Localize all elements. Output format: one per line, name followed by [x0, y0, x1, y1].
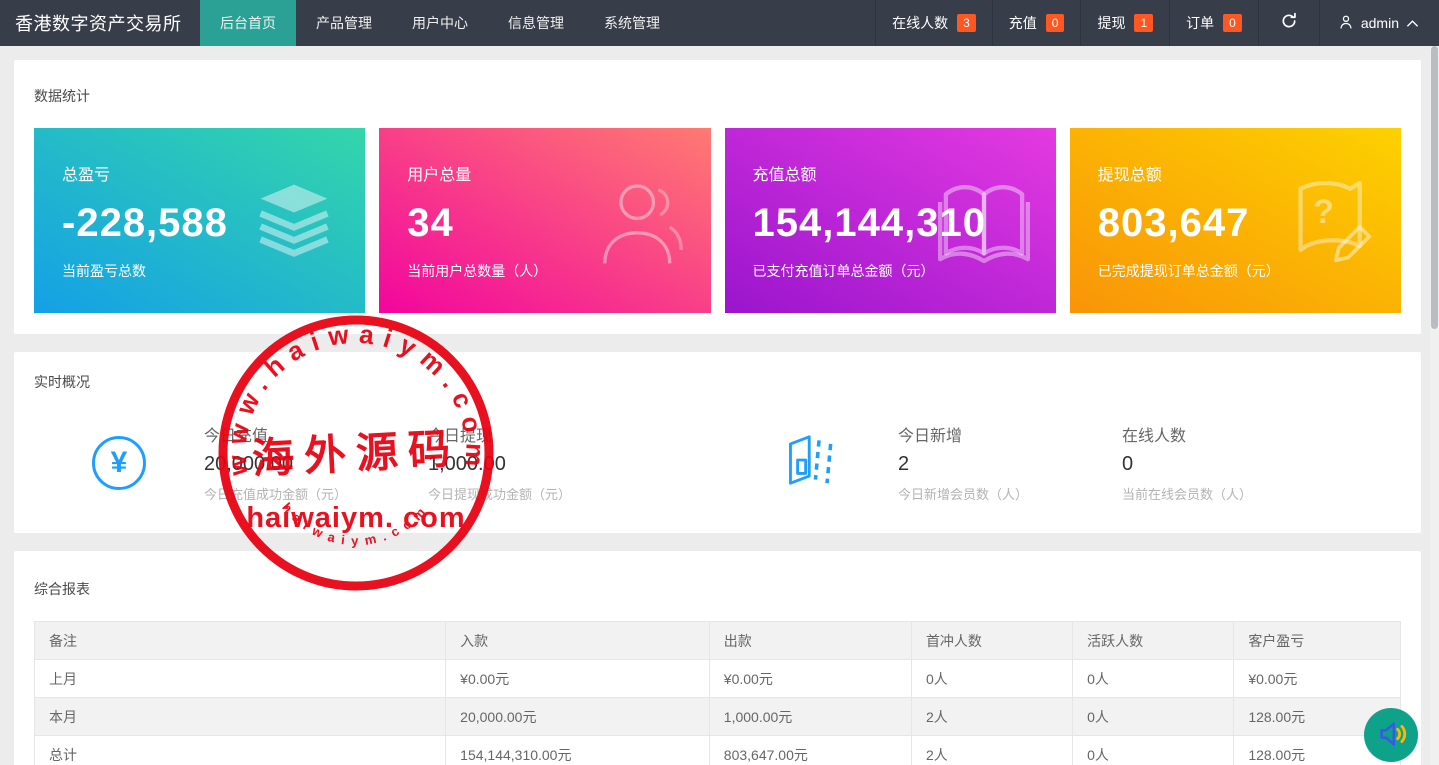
nav-recharge-count[interactable]: 充值 0 — [992, 0, 1081, 46]
realtime-row: ¥ 今日充值 20,000.00 今日充值成功金额（元） 今日提现 1,000.… — [34, 422, 1401, 503]
metric-value: 1,000.00 — [428, 453, 652, 476]
metric-desc: 今日新增会员数（人） — [898, 484, 1122, 503]
menu-item-dashboard[interactable]: 后台首页 — [200, 0, 296, 46]
stat-card-profit: 总盈亏 -228,588 当前盈亏总数 — [34, 128, 365, 313]
metric-label: 今日新增 — [898, 422, 1122, 446]
table-cell: ¥0.00元 — [709, 660, 911, 698]
metric-label: 今日充值 — [204, 422, 428, 446]
prism-icon — [786, 432, 836, 493]
chevron-up-icon — [1406, 15, 1419, 31]
metric-desc: 当前在线会员数（人） — [1122, 484, 1346, 503]
metric-value: 20,000.00 — [204, 453, 428, 476]
nav-order-count[interactable]: 订单 0 — [1169, 0, 1258, 46]
yen-symbol: ¥ — [111, 446, 128, 480]
menu-item-label: 信息管理 — [508, 13, 564, 33]
document-edit-icon: ? — [1291, 179, 1375, 270]
table-cell: 0人 — [911, 660, 1072, 698]
table-cell: 2人 — [911, 698, 1072, 736]
panel-title-realtime: 实时概况 — [34, 372, 1401, 392]
col-header-active: 活跃人数 — [1073, 622, 1234, 660]
col-header-profit: 客户盈亏 — [1234, 622, 1401, 660]
metric-desc: 今日提现成功金额（元） — [428, 484, 652, 503]
status-label: 在线人数 — [892, 13, 948, 33]
sound-float-button[interactable] — [1364, 708, 1418, 762]
panel-title-report: 综合报表 — [34, 579, 1401, 599]
menu-item-users[interactable]: 用户中心 — [392, 0, 488, 46]
col-header-income: 入款 — [446, 622, 710, 660]
metric-value: 0 — [1122, 453, 1346, 476]
refresh-button[interactable] — [1258, 0, 1319, 46]
report-table: 备注 入款 出款 首冲人数 活跃人数 客户盈亏 上月 ¥0.00元 ¥0.00元… — [34, 621, 1401, 765]
menu-item-label: 产品管理 — [316, 13, 372, 33]
table-cell: ¥0.00元 — [1234, 660, 1401, 698]
user-menu[interactable]: admin — [1319, 0, 1439, 46]
metric-desc: 今日充值成功金额（元） — [204, 484, 428, 503]
top-navbar: 香港数字资产交易所 后台首页 产品管理 用户中心 信息管理 系统管理 在线人数 … — [0, 0, 1439, 46]
status-badge: 3 — [957, 14, 976, 32]
table-cell: 上月 — [35, 660, 446, 698]
username-label: admin — [1361, 15, 1399, 31]
book-icon — [938, 180, 1030, 267]
status-badge: 0 — [1046, 14, 1065, 32]
metric-value: 2 — [898, 453, 1122, 476]
realtime-panel: 实时概况 ¥ 今日充值 20,000.00 今日充值成功金额（元） 今日提现 1… — [14, 352, 1421, 533]
scrollbar-track[interactable] — [1430, 46, 1439, 765]
main-menu: 后台首页 产品管理 用户中心 信息管理 系统管理 — [200, 0, 680, 46]
stat-card-recharge-total: 充值总额 154,144,310 已支付充值订单总金额（元） — [725, 128, 1056, 313]
yen-circle-icon: ¥ — [92, 436, 146, 490]
table-cell: 154,144,310.00元 — [446, 736, 710, 765]
table-cell: 2人 — [911, 736, 1072, 765]
table-cell: 1,000.00元 — [709, 698, 911, 736]
status-label: 提现 — [1097, 13, 1125, 33]
table-header-row: 备注 入款 出款 首冲人数 活跃人数 客户盈亏 — [35, 622, 1401, 660]
metric-today-withdraw: 今日提现 1,000.00 今日提现成功金额（元） — [428, 422, 652, 503]
stat-card-total-users: 用户总量 34 当前用户总数量（人） — [379, 128, 710, 313]
stat-card-withdraw-total: 提现总额 803,647 已完成提现订单总金额（元） ? — [1070, 128, 1401, 313]
menu-item-info[interactable]: 信息管理 — [488, 0, 584, 46]
menu-item-label: 用户中心 — [412, 13, 468, 33]
table-cell: 本月 — [35, 698, 446, 736]
refresh-icon — [1280, 12, 1298, 35]
col-header-payout: 出款 — [709, 622, 911, 660]
table-cell: 0人 — [1073, 698, 1234, 736]
user-icon — [1338, 14, 1354, 33]
status-label: 充值 — [1009, 13, 1037, 33]
metric-label: 在线人数 — [1122, 422, 1346, 446]
users-icon — [599, 177, 685, 272]
menu-item-label: 系统管理 — [604, 13, 660, 33]
table-cell: ¥0.00元 — [446, 660, 710, 698]
table-cell: 20,000.00元 — [446, 698, 710, 736]
metric-online-users: 在线人数 0 当前在线会员数（人） — [1122, 422, 1346, 503]
report-panel: 综合报表 备注 入款 出款 首冲人数 活跃人数 客户盈亏 上月 ¥0.00元 ¥… — [14, 551, 1421, 765]
table-cell: 0人 — [1073, 736, 1234, 765]
layers-icon — [249, 182, 339, 265]
metric-today-recharge: 今日充值 20,000.00 今日充值成功金额（元） — [204, 422, 428, 503]
nav-right-group: 在线人数 3 充值 0 提现 1 订单 0 admin — [875, 0, 1439, 46]
brand-title: 香港数字资产交易所 — [0, 0, 200, 46]
col-header-remark: 备注 — [35, 622, 446, 660]
col-header-firstpay: 首冲人数 — [911, 622, 1072, 660]
metric-label: 今日提现 — [428, 422, 652, 446]
table-row-total: 总计 154,144,310.00元 803,647.00元 2人 0人 128… — [35, 736, 1401, 765]
status-label: 订单 — [1186, 13, 1214, 33]
table-row-this-month: 本月 20,000.00元 1,000.00元 2人 0人 128.00元 — [35, 698, 1401, 736]
svg-text:?: ? — [1313, 193, 1334, 231]
metric-today-new: 今日新增 2 今日新增会员数（人） — [898, 422, 1122, 503]
table-cell: 总计 — [35, 736, 446, 765]
table-row-last-month: 上月 ¥0.00元 ¥0.00元 0人 0人 ¥0.00元 — [35, 660, 1401, 698]
menu-item-label: 后台首页 — [220, 13, 276, 33]
speaker-icon — [1374, 717, 1408, 754]
stats-panel: 数据统计 总盈亏 -228,588 当前盈亏总数 用户总量 34 当前用户总数量… — [14, 60, 1421, 334]
status-badge: 1 — [1134, 14, 1153, 32]
menu-item-products[interactable]: 产品管理 — [296, 0, 392, 46]
menu-item-system[interactable]: 系统管理 — [584, 0, 680, 46]
scrollbar-thumb[interactable] — [1431, 46, 1438, 329]
nav-online-count[interactable]: 在线人数 3 — [875, 0, 992, 46]
table-cell: 803,647.00元 — [709, 736, 911, 765]
nav-withdraw-count[interactable]: 提现 1 — [1080, 0, 1169, 46]
status-badge: 0 — [1223, 14, 1242, 32]
table-cell: 0人 — [1073, 660, 1234, 698]
panel-title-stats: 数据统计 — [34, 86, 1401, 106]
stat-cards-row: 总盈亏 -228,588 当前盈亏总数 用户总量 34 当前用户总数量（人） — [34, 128, 1401, 313]
